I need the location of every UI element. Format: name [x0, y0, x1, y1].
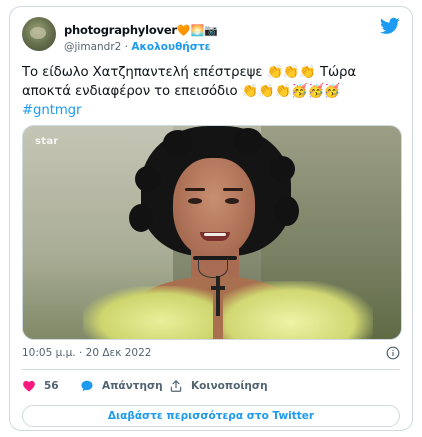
hair-curl	[135, 166, 161, 192]
like-count: 56	[44, 380, 59, 392]
twitter-bird-icon[interactable]	[380, 17, 400, 35]
feather-garment-right	[223, 281, 373, 339]
tweet-header: photographylover🧡🌅📷 @jimandr2 · Ακολουθή…	[22, 15, 400, 55]
divider	[22, 369, 400, 370]
teeth	[204, 233, 226, 236]
eyebrow-right	[223, 188, 243, 191]
display-name[interactable]: photographylover	[64, 23, 177, 37]
read-more-button[interactable]: Διαβάστε περισσότερα στο Twitter	[22, 405, 400, 427]
tweet-media-image[interactable]: star	[22, 125, 402, 340]
share-button[interactable]: Κοινοποίηση	[169, 377, 268, 395]
figure-face	[173, 158, 255, 258]
reply-label: Απάντηση	[102, 380, 163, 392]
share-label: Κοινοποίηση	[191, 380, 268, 392]
like-button[interactable]: 56	[22, 377, 59, 395]
info-icon[interactable]	[386, 346, 400, 360]
share-icon	[170, 380, 182, 392]
tweet-body: Το είδωλο Χατζηπαντελή επέστρεψε 👏👏👏 Τώρ…	[22, 65, 357, 99]
handle-line: @jimandr2 · Ακολουθήστε	[64, 41, 218, 53]
user-info: photographylover🧡🌅📷 @jimandr2 · Ακολουθή…	[64, 19, 218, 53]
handle-separator: ·	[121, 41, 132, 53]
hair-curl	[233, 128, 263, 154]
avatar[interactable]	[22, 17, 56, 51]
eye-right	[225, 198, 239, 204]
media-watermark: star	[35, 136, 59, 147]
eyebrow-left	[185, 188, 205, 191]
feather-garment-left	[83, 286, 213, 339]
tweet-text: Το είδωλο Χατζηπαντελή επέστρεψε 👏👏👏 Τώρ…	[22, 63, 402, 120]
follow-link[interactable]: Ακολουθήστε	[131, 41, 210, 53]
tweet-timestamp[interactable]: 10:05 μ.μ. · 20 Δεκ 2022	[22, 347, 151, 359]
hashtag-link[interactable]: #gntmgr	[22, 103, 81, 118]
tweet-card: photographylover🧡🌅📷 @jimandr2 · Ακολουθή…	[9, 6, 413, 431]
eye-left	[188, 198, 202, 204]
hair-curl	[163, 130, 193, 156]
heart-icon	[23, 380, 35, 392]
necklace-chain	[198, 258, 228, 278]
reply-bubble-icon	[81, 380, 93, 392]
user-handle[interactable]: @jimandr2	[64, 41, 121, 53]
hair-curl	[269, 156, 295, 182]
tweet-actions: 56 Απάντηση Κοινοποίηση	[22, 377, 400, 397]
display-name-row[interactable]: photographylover🧡🌅📷	[64, 19, 218, 38]
cross-pendant	[211, 276, 225, 316]
hair-curl	[129, 204, 153, 232]
name-emojis: 🧡🌅📷	[176, 24, 218, 37]
reply-button[interactable]: Απάντηση	[80, 377, 163, 395]
hair-curl	[275, 196, 299, 226]
